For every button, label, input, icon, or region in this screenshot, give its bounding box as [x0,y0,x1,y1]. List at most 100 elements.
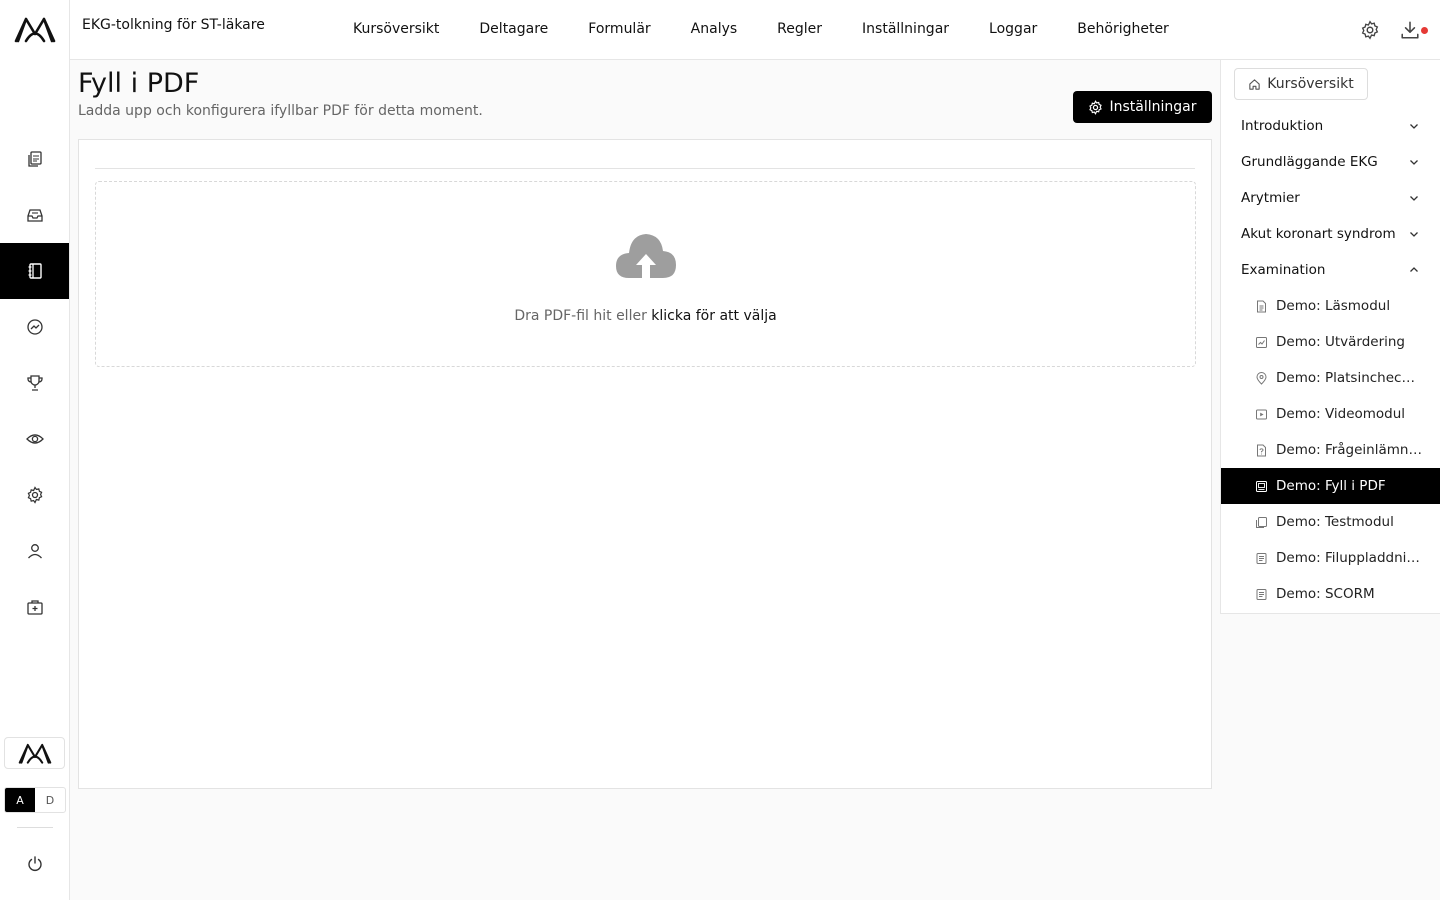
nav-formular[interactable]: Formulär [588,21,650,37]
analytics-icon [26,319,43,335]
nav-loggar[interactable]: Loggar [989,21,1037,37]
gear-icon [27,486,42,504]
rail-settings[interactable] [0,467,69,523]
logo-icon [18,743,51,764]
section-grundlaggande-ekg[interactable]: Grundläggande EKG [1221,144,1440,180]
location-icon [1256,371,1267,385]
user-icon [27,544,42,559]
page-subtitle: Ladda upp och konfigurera ifyllbar PDF f… [78,103,483,119]
document-icon [1257,300,1266,312]
outline-item-label: Demo: Testmodul [1276,514,1394,530]
rail-trophy[interactable] [0,355,69,411]
nav-deltagare[interactable]: Deltagare [479,21,548,37]
outline-item-fyll-i-pdf[interactable]: Demo: Fyll i PDF [1221,468,1440,504]
nav-regler[interactable]: Regler [777,21,822,37]
evaluation-icon [1256,336,1267,348]
section-arytmier[interactable]: Arytmier [1221,180,1440,216]
dropzone-instruction: Dra PDF-fil hit eller [514,308,652,324]
course-overview-button[interactable]: Kursöversikt [1234,68,1368,100]
app-logo[interactable] [13,14,57,46]
file-icon [1256,552,1267,564]
nav-installningar[interactable]: Inställningar [862,21,949,37]
rail-notebook[interactable] [0,243,69,299]
section-label: Arytmier [1241,190,1300,206]
documents-icon [27,151,42,167]
rail-documents[interactable] [0,131,69,187]
outline-item-label: Demo: Filuppladdning [1276,550,1422,566]
outline-item-frageinlamning[interactable]: Demo: Frågeinlämning [1221,432,1440,468]
lang-option-a[interactable]: A [5,788,35,812]
outline-item-label: Demo: Utvärdering [1276,334,1406,350]
section-examination[interactable]: Examination [1221,252,1440,288]
nav-analys[interactable]: Analys [691,21,738,37]
content-card: Dra PDF-fil hit eller klicka för att väl… [78,139,1212,789]
chevron-down-icon [1410,160,1418,165]
cloud-upload-icon [616,234,676,278]
outline-item-label: Demo: Fyll i PDF [1276,478,1386,494]
page-title: Fyll i PDF [78,68,200,99]
outline-item-lasmodul[interactable]: Demo: Läsmodul [1221,288,1440,324]
section-label: Examination [1241,262,1326,278]
chevron-down-icon [1410,232,1418,237]
course-outline-sidebar: Kursöversikt Introduktion Grundläggande … [1220,60,1440,614]
rail-analytics[interactable] [0,299,69,355]
rail-first-aid[interactable] [0,579,69,635]
notebook-icon [28,263,42,279]
outline-item-utvardering[interactable]: Demo: Utvärdering [1221,324,1440,360]
download-icon[interactable] [1400,20,1420,40]
outline-item-label: Demo: Läsmodul [1276,298,1391,314]
home-icon [1249,78,1260,90]
eye-icon [25,434,44,444]
pdf-dropzone[interactable]: Dra PDF-fil hit eller klicka för att väl… [95,181,1196,367]
nav-behorigheter[interactable]: Behörigheter [1077,21,1169,37]
test-icon [1256,516,1267,528]
rail-inbox[interactable] [0,187,69,243]
left-rail: A D [0,0,70,900]
section-akut-koronart-syndrom[interactable]: Akut koronart syndrom [1221,216,1440,252]
first-aid-icon [26,600,43,615]
language-toggle: A D [4,787,66,813]
top-bar: EKG-tolkning för ST-läkare Kursöversikt … [70,0,1440,60]
outline-item-label: Demo: Frågeinlämning [1276,442,1422,458]
rail-eye[interactable] [0,411,69,467]
rail-user[interactable] [0,523,69,579]
chevron-up-icon [1410,267,1418,272]
outline-item-scorm[interactable]: Demo: SCORM [1221,576,1440,612]
section-introduktion[interactable]: Introduktion [1221,108,1440,144]
dropzone-browse-link[interactable]: klicka för att välja [651,308,776,324]
lang-option-d[interactable]: D [35,788,65,812]
section-label: Akut koronart syndrom [1241,226,1396,242]
file-icon [1256,588,1267,600]
course-title: EKG-tolkning för ST-läkare [82,17,265,33]
trophy-icon [26,375,43,391]
nav-kursoversikt[interactable]: Kursöversikt [353,21,439,37]
outline-item-platsincheckning[interactable]: Demo: Platsincheckning [1221,360,1440,396]
outline-item-testmodul[interactable]: Demo: Testmodul [1221,504,1440,540]
dropzone-text: Dra PDF-fil hit eller klicka för att väl… [96,308,1195,324]
course-overview-label: Kursöversikt [1267,76,1354,92]
section-label: Introduktion [1241,118,1324,134]
outline-item-filuppladdning[interactable]: Demo: Filuppladdning [1221,540,1440,576]
rail-divider [17,827,53,828]
outline-item-label: Demo: Platsincheckning [1276,370,1422,386]
file-question-icon [1257,444,1266,456]
card-divider [95,168,1195,169]
settings-button-label: Inställningar [1109,99,1197,115]
outline-item-videomodul[interactable]: Demo: Videomodul [1221,396,1440,432]
settings-gear-icon[interactable] [1360,20,1380,40]
chevron-down-icon [1410,196,1418,201]
logo-icon [14,17,56,43]
outline-item-label: Demo: SCORM [1276,586,1375,602]
video-icon [1256,409,1267,419]
pdf-icon [1256,480,1267,492]
power-icon [27,856,42,871]
workspace-logo-button[interactable] [4,737,65,769]
top-nav: Kursöversikt Deltagare Formulär Analys R… [353,0,1209,58]
logout-button[interactable] [0,850,69,878]
chevron-down-icon [1410,124,1418,129]
settings-button[interactable]: Inställningar [1073,91,1212,123]
gear-icon [1089,99,1103,115]
notification-dot [1421,27,1428,34]
section-label: Grundläggande EKG [1241,154,1378,170]
outline-item-label: Demo: Videomodul [1276,406,1406,422]
